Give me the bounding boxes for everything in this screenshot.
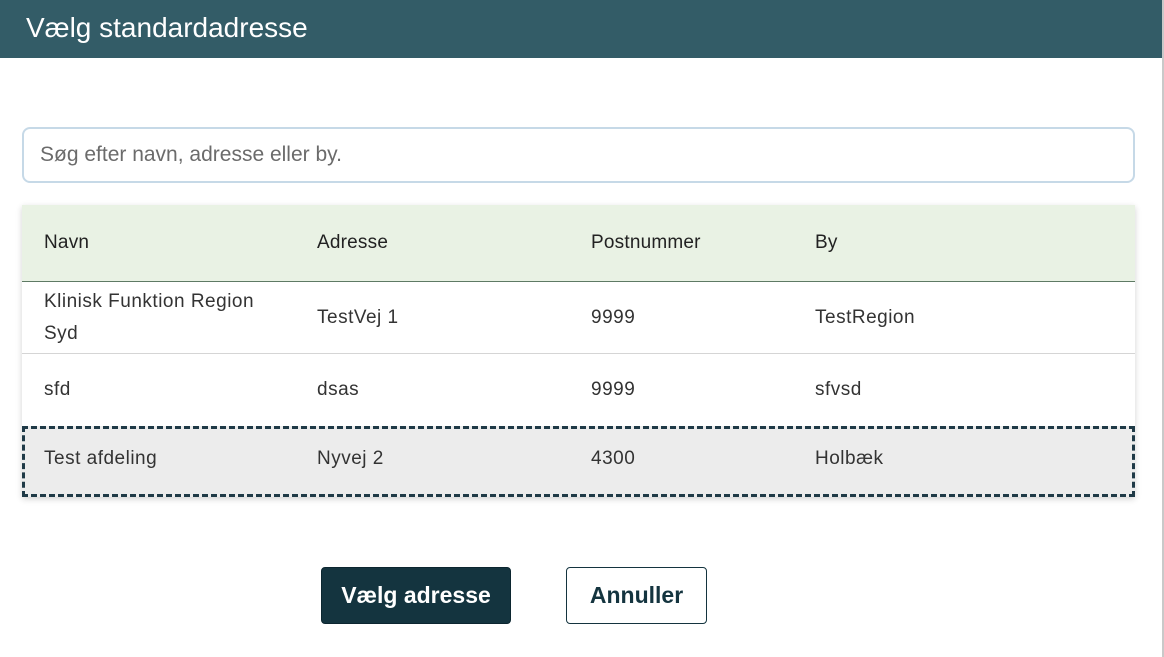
select-address-button[interactable]: Vælg adresse (321, 567, 511, 624)
cell-by: Holbæk (815, 447, 884, 469)
column-header-adresse[interactable]: Adresse (317, 205, 567, 281)
table-header-row: Navn Adresse Postnummer By (22, 205, 1135, 282)
dialog-title: Vælg standardadresse (0, 0, 1162, 58)
cell-navn: Test afdeling (44, 447, 158, 469)
cell-adresse: TestVej 1 (317, 306, 399, 328)
column-header-navn[interactable]: Navn (44, 205, 294, 281)
table-row[interactable]: Klinisk Funktion Region Syd TestVej 1 99… (22, 282, 1135, 354)
cancel-button[interactable]: Annuller (566, 567, 707, 624)
table-row-focused[interactable]: Test afdeling Nyvej 2 4300 Holbæk (22, 426, 1135, 497)
cell-navn: sfd (44, 378, 71, 400)
cell-by: TestRegion (815, 306, 916, 328)
cell-adresse: dsas (317, 378, 360, 400)
address-table: Navn Adresse Postnummer By Klinisk Funkt… (22, 205, 1135, 497)
cell-postnummer: 9999 (591, 378, 636, 400)
cell-postnummer: 4300 (591, 447, 636, 469)
address-dialog: Vælg standardadresse Navn Adresse Postnu… (0, 0, 1164, 657)
column-header-postnummer[interactable]: Postnummer (591, 205, 791, 281)
cell-postnummer: 9999 (591, 306, 636, 328)
cell-navn: Klinisk Funktion Region Syd (44, 290, 255, 344)
cell-adresse: Nyvej 2 (317, 447, 384, 469)
search-input[interactable] (22, 127, 1135, 183)
cell-by: sfvsd (815, 378, 862, 400)
column-header-by[interactable]: By (815, 205, 1115, 281)
table-row[interactable]: sfd dsas 9999 sfvsd (22, 354, 1135, 425)
